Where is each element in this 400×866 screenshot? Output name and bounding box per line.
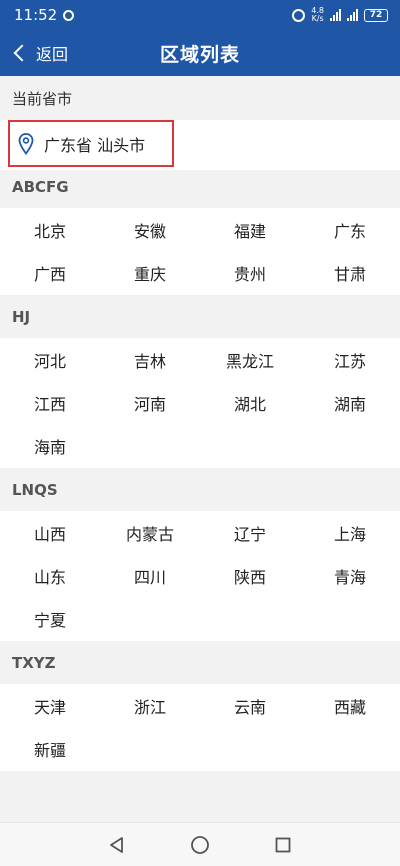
- status-time: 11:52: [14, 6, 58, 24]
- province-item[interactable]: 重庆: [100, 251, 200, 294]
- province-item[interactable]: 山东: [0, 554, 100, 597]
- province-item[interactable]: 河南: [100, 381, 200, 424]
- network-speed-unit: K/s: [311, 14, 324, 23]
- section-lnqs: 山西 内蒙古 辽宁 上海 山东 四川 陕西 青海 宁夏: [0, 511, 400, 641]
- province-item[interactable]: 河北: [0, 338, 100, 381]
- province-item[interactable]: 云南: [200, 684, 300, 727]
- province-item[interactable]: 山西: [0, 511, 100, 554]
- province-item[interactable]: 江西: [0, 381, 100, 424]
- province-item[interactable]: 新疆: [0, 727, 100, 770]
- province-item[interactable]: 四川: [100, 554, 200, 597]
- province-item[interactable]: 宁夏: [0, 598, 100, 641]
- section-txyz: 天津 浙江 云南 西藏 新疆: [0, 684, 400, 771]
- current-location-value: 广东省 汕头市: [44, 135, 146, 155]
- system-recents-button[interactable]: [263, 825, 303, 865]
- system-home-button[interactable]: [180, 825, 220, 865]
- province-item[interactable]: 广西: [0, 251, 100, 294]
- section-title-hj: HJ: [12, 308, 31, 326]
- province-item[interactable]: 上海: [300, 511, 400, 554]
- status-bar: 11:52 4.8 K/s 72: [0, 0, 400, 30]
- province-item[interactable]: 江苏: [300, 338, 400, 381]
- triangle-back-icon: [109, 836, 123, 853]
- network-speed: 4.8 K/s: [311, 7, 324, 23]
- province-item[interactable]: 浙江: [100, 684, 200, 727]
- alarm-icon: [292, 8, 306, 22]
- province-item[interactable]: 湖北: [200, 381, 300, 424]
- province-item[interactable]: 贵州: [200, 251, 300, 294]
- page-title: 区域列表: [159, 43, 240, 66]
- circle-home-icon: [191, 835, 209, 854]
- status-icons: 4.8 K/s 72: [292, 7, 388, 23]
- province-item[interactable]: 甘肃: [300, 251, 400, 294]
- province-item[interactable]: 湖南: [300, 381, 400, 424]
- location-status-icon: [63, 9, 75, 21]
- signal-icon-2: [347, 9, 358, 21]
- province-item[interactable]: 吉林: [100, 338, 200, 381]
- nav-bar: 返回 区域列表: [0, 30, 400, 76]
- province-item[interactable]: 福建: [200, 208, 300, 251]
- section-abcfg: 北京 安徽 福建 广东 广西 重庆 贵州 甘肃: [0, 208, 400, 295]
- signal-icon-1: [330, 9, 341, 21]
- square-recents-icon: [275, 837, 291, 852]
- current-location-label: 当前省市: [12, 90, 73, 108]
- section-hj: 河北 吉林 黑龙江 江苏 江西 河南 湖北 湖南 海南: [0, 338, 400, 468]
- province-item[interactable]: 黑龙江: [200, 338, 300, 381]
- current-location-item[interactable]: 广东省 汕头市: [8, 120, 174, 167]
- section-title-lnqs: LNQS: [12, 481, 58, 499]
- battery-icon: 72: [364, 8, 388, 22]
- province-item[interactable]: 青海: [300, 554, 400, 597]
- province-item[interactable]: 安徽: [100, 208, 200, 251]
- province-item[interactable]: 海南: [0, 425, 100, 468]
- province-item[interactable]: 北京: [0, 208, 100, 251]
- province-item[interactable]: 广东: [300, 208, 400, 251]
- province-item[interactable]: 辽宁: [200, 511, 300, 554]
- province-item[interactable]: 天津: [0, 684, 100, 727]
- current-location-card: 广东省 汕头市: [0, 120, 400, 170]
- province-item[interactable]: 内蒙古: [100, 511, 200, 554]
- system-nav-bar: [0, 822, 400, 866]
- province-item[interactable]: 西藏: [300, 684, 400, 727]
- location-pin-icon: [18, 132, 34, 155]
- section-title-txyz: TXYZ: [12, 654, 56, 672]
- province-item[interactable]: 陕西: [200, 554, 300, 597]
- section-title-abcfg: ABCFG: [12, 178, 69, 196]
- system-back-button[interactable]: [97, 825, 137, 865]
